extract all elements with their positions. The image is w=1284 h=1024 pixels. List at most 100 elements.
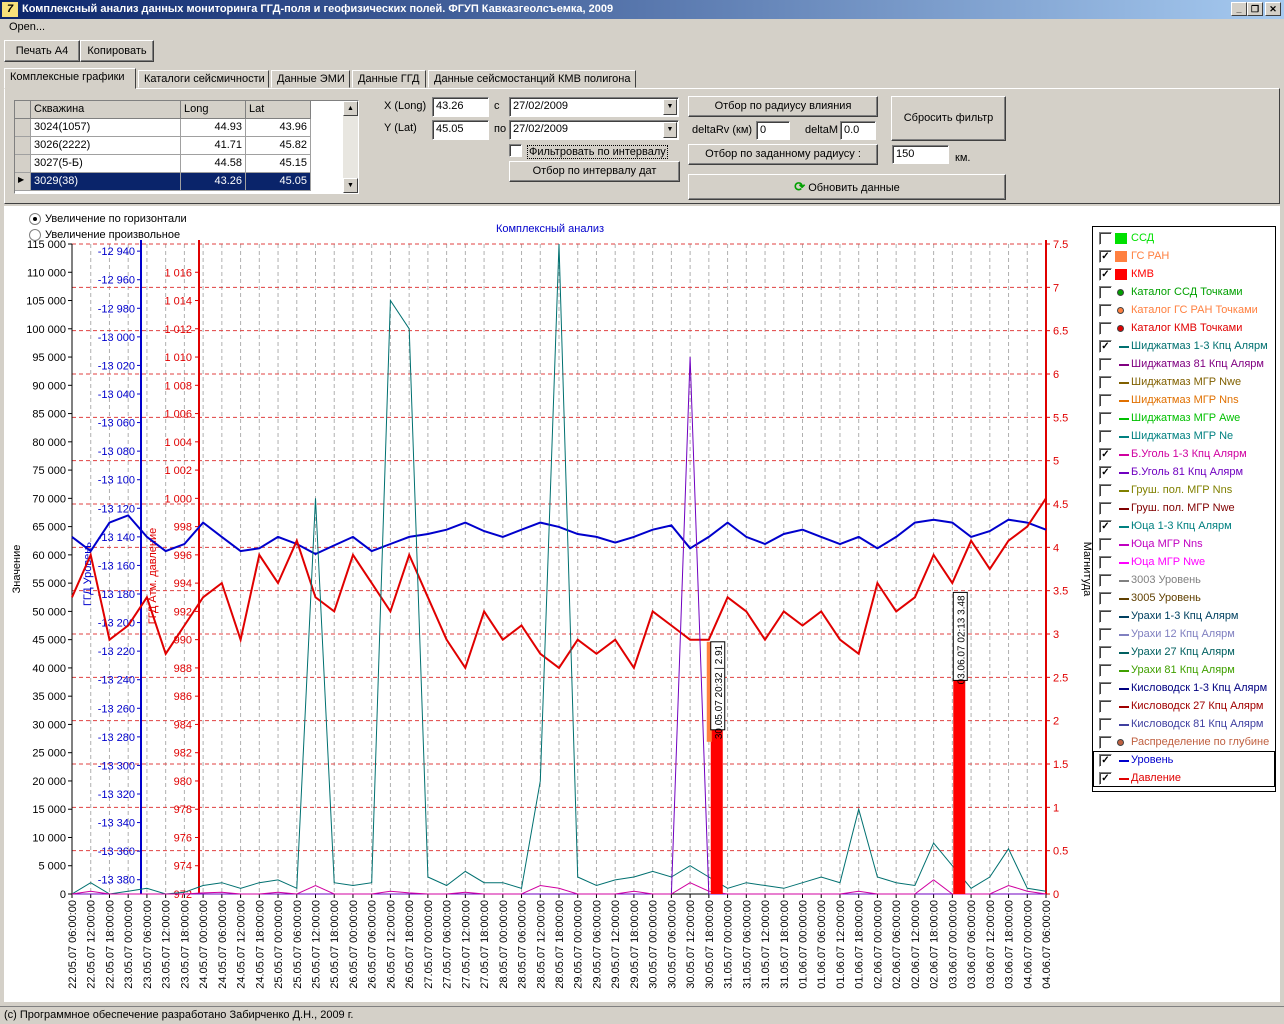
cell-well[interactable]: 3029(38) xyxy=(31,173,181,191)
legend-item[interactable]: Каталог КМВ Точками xyxy=(1093,319,1275,337)
legend-checkbox[interactable]: ✓ xyxy=(1099,250,1112,263)
legend-checkbox[interactable]: ✓ xyxy=(1099,466,1112,479)
zoom-arbitrary-label[interactable]: Увеличение произвольное xyxy=(45,229,180,241)
influence-radius-button[interactable]: Отбор по радиусу влияния xyxy=(688,96,878,117)
tab-seismic-catalogs[interactable]: Каталоги сейсмичности xyxy=(138,70,269,88)
zoom-horizontal-radio[interactable] xyxy=(29,213,41,225)
table-row-selected[interactable]: ▶ 3029(38) 43.26 45.05 xyxy=(15,173,345,191)
legend-item[interactable]: Шиджатмаз 81 Кпц Алярм xyxy=(1093,355,1275,373)
legend-item[interactable]: Кисловодск 27 Кпц Алярм xyxy=(1093,697,1275,715)
legend-checkbox[interactable]: ✓ xyxy=(1099,340,1112,353)
legend-checkbox[interactable] xyxy=(1099,430,1112,443)
legend-checkbox[interactable] xyxy=(1099,502,1112,515)
cell-lat[interactable]: 43.96 xyxy=(246,119,311,137)
wells-table[interactable]: Скважина Long Lat 3024(1057) 44.93 43.96… xyxy=(14,100,359,194)
legend-checkbox[interactable] xyxy=(1099,484,1112,497)
column-header-long[interactable]: Long xyxy=(181,101,246,119)
cell-lat[interactable]: 45.82 xyxy=(246,137,311,155)
cell-long[interactable]: 44.93 xyxy=(181,119,246,137)
interval-filter-label[interactable]: Фильтровать по интервалу xyxy=(527,145,668,159)
legend-checkbox[interactable] xyxy=(1099,358,1112,371)
legend-checkbox[interactable] xyxy=(1099,682,1112,695)
complex-chart[interactable]: 05 00010 00015 00020 00025 00030 00035 0… xyxy=(4,206,1280,1002)
cell-well[interactable]: 3026(2222) xyxy=(31,137,181,155)
legend-item[interactable]: 3005 Уровень xyxy=(1093,589,1275,607)
tab-ggd-data[interactable]: Данные ГГД xyxy=(352,70,426,88)
legend-checkbox[interactable] xyxy=(1099,700,1112,713)
legend-item[interactable]: ✓ Б.Уголь 1-3 Кпц Алярм xyxy=(1093,445,1275,463)
scroll-up-icon[interactable]: ▲ xyxy=(343,101,358,116)
legend-checkbox[interactable]: ✓ xyxy=(1099,448,1112,461)
cell-long[interactable]: 44.58 xyxy=(181,155,246,173)
chevron-down-icon[interactable]: ▼ xyxy=(663,122,677,138)
legend-item[interactable]: Груш. пол. МГР Nns xyxy=(1093,481,1275,499)
legend-item[interactable]: Кисловодск 81 Кпц Алярм xyxy=(1093,715,1275,733)
tab-complex-charts[interactable]: Комплексные графики xyxy=(4,68,136,89)
zoom-horizontal-label[interactable]: Увеличение по горизонтали xyxy=(45,213,187,225)
close-button[interactable]: ✕ xyxy=(1265,2,1281,16)
legend-checkbox[interactable] xyxy=(1099,592,1112,605)
y-lat-input[interactable]: 45.05 xyxy=(432,120,489,140)
legend-checkbox[interactable] xyxy=(1099,394,1112,407)
legend-item[interactable]: Шиджатмаз МГР Ne xyxy=(1093,427,1275,445)
given-radius-button[interactable]: Отбор по заданному радиусу : xyxy=(688,144,878,165)
cell-well[interactable]: 3027(5-Б) xyxy=(31,155,181,173)
menu-open[interactable]: Open... xyxy=(9,21,45,33)
chevron-down-icon[interactable]: ▼ xyxy=(663,99,677,115)
cell-lat[interactable]: 45.15 xyxy=(246,155,311,173)
legend-item[interactable]: Шиджатмаз МГР Nwe xyxy=(1093,373,1275,391)
date-to-picker[interactable]: 27/02/2009 ▼ xyxy=(509,120,679,140)
legend-item[interactable]: Урахи 12 Кпц Алярм xyxy=(1093,625,1275,643)
legend-checkbox[interactable] xyxy=(1099,628,1112,641)
legend-item[interactable]: Урахи 27 Кпц Алярм xyxy=(1093,643,1275,661)
legend-item[interactable]: Распределение по глубине xyxy=(1093,733,1275,751)
legend-checkbox[interactable] xyxy=(1099,610,1112,623)
legend-checkbox[interactable] xyxy=(1099,376,1112,389)
legend-checkbox[interactable] xyxy=(1099,322,1112,335)
cell-lat[interactable]: 45.05 xyxy=(246,173,311,191)
reset-filter-button[interactable]: Сбросить фильтр xyxy=(891,96,1006,141)
legend-checkbox[interactable] xyxy=(1099,538,1112,551)
legend-item[interactable]: 3003 Уровень xyxy=(1093,571,1275,589)
legend-item[interactable]: Каталог ГС РАН Точками xyxy=(1093,301,1275,319)
minimize-button[interactable]: _ xyxy=(1231,2,1247,16)
x-long-input[interactable]: 43.26 xyxy=(432,97,489,117)
delta-m-input[interactable]: 0.0 xyxy=(840,121,876,140)
delta-rv-input[interactable]: 0 xyxy=(756,121,790,140)
tab-kmv-stations[interactable]: Данные сейсмостанций КМВ полигона xyxy=(428,70,636,88)
legend-checkbox[interactable]: ✓ xyxy=(1099,520,1112,533)
cell-long[interactable]: 43.26 xyxy=(181,173,246,191)
refresh-data-button[interactable]: ⟳ Обновить данные xyxy=(688,174,1006,200)
legend-checkbox[interactable] xyxy=(1099,664,1112,677)
legend-checkbox[interactable]: ✓ xyxy=(1099,268,1112,281)
cell-long[interactable]: 41.71 xyxy=(181,137,246,155)
legend-checkbox[interactable] xyxy=(1099,574,1112,587)
wells-scrollbar[interactable]: ▲ ▼ xyxy=(343,101,358,193)
column-header-well[interactable]: Скважина xyxy=(31,101,181,119)
legend-checkbox[interactable] xyxy=(1099,718,1112,731)
table-row[interactable]: 3026(2222) 41.71 45.82 xyxy=(15,137,345,155)
print-a4-button[interactable]: Печать А4 xyxy=(4,40,80,62)
copy-button[interactable]: Копировать xyxy=(80,40,154,62)
legend-item[interactable]: ✓ ГС РАН xyxy=(1093,247,1275,265)
legend-item[interactable]: Кисловодск 1-3 Кпц Алярм xyxy=(1093,679,1275,697)
legend-item[interactable]: Каталог ССД Точками xyxy=(1093,283,1275,301)
legend-item[interactable]: ССД xyxy=(1093,229,1275,247)
legend-item[interactable]: Урахи 81 Кпц Алярм xyxy=(1093,661,1275,679)
maximize-button[interactable]: ❐ xyxy=(1247,2,1263,16)
legend-item[interactable]: ✓ Шиджатмаз 1-3 Кпц Алярм xyxy=(1093,337,1275,355)
legend-checkbox[interactable] xyxy=(1099,286,1112,299)
legend-item[interactable]: ✓ Б.Уголь 81 Кпц Алярм xyxy=(1093,463,1275,481)
legend-checkbox[interactable] xyxy=(1099,556,1112,569)
zoom-arbitrary-radio[interactable] xyxy=(29,229,41,241)
legend-checkbox[interactable] xyxy=(1099,232,1112,245)
legend-item[interactable]: Юца МГР Nwe xyxy=(1093,553,1275,571)
legend-item[interactable]: Юца МГР Nns xyxy=(1093,535,1275,553)
legend-checkbox[interactable] xyxy=(1099,646,1112,659)
legend-item[interactable]: Шиджатмаз МГР Nns xyxy=(1093,391,1275,409)
scroll-down-icon[interactable]: ▼ xyxy=(343,178,358,193)
legend-item[interactable]: Шиджатмаз МГР Awe xyxy=(1093,409,1275,427)
legend-item[interactable]: ✓ КМВ xyxy=(1093,265,1275,283)
column-header-lat[interactable]: Lat xyxy=(246,101,311,119)
cell-well[interactable]: 3024(1057) xyxy=(31,119,181,137)
